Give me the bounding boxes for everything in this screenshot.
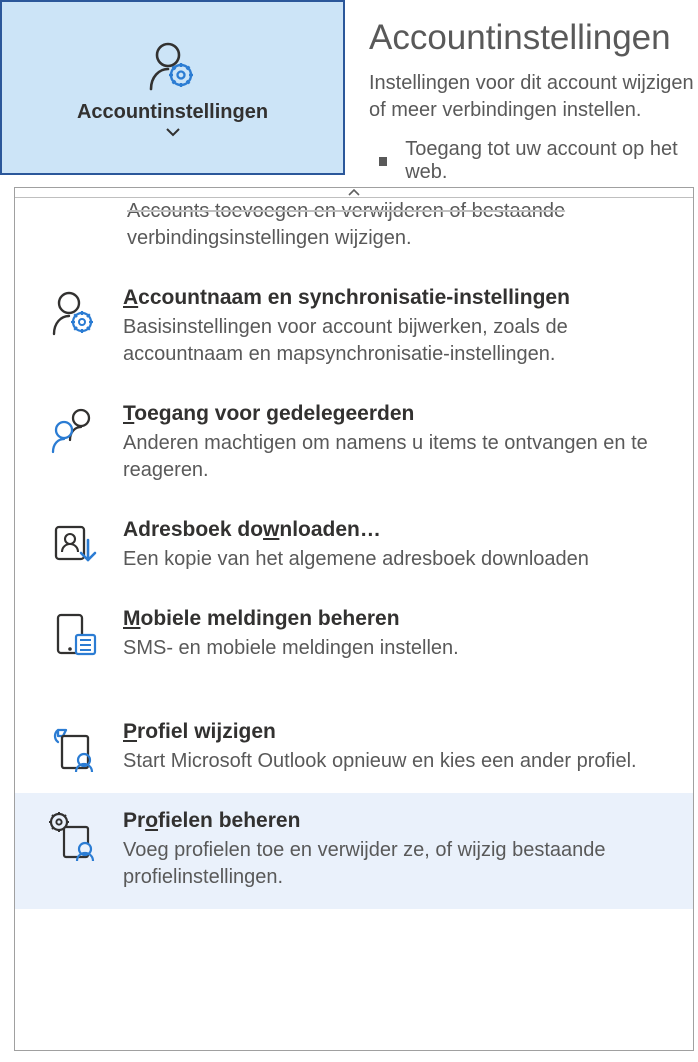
download-addressbook-icon bbox=[47, 518, 101, 573]
menu-item-mobile-notifications[interactable]: Mobiele meldingen beheren SMS- en mobiel… bbox=[15, 591, 693, 680]
menu-item-title: Mobiele meldingen beheren bbox=[123, 607, 671, 631]
account-gear-icon bbox=[145, 39, 201, 95]
chevron-down-icon bbox=[166, 128, 180, 137]
menu-item-title: Accountnaam en synchronisatie-instelling… bbox=[123, 286, 671, 310]
menu-item-title: Adresboek downloaden… bbox=[123, 518, 671, 542]
menu-item-desc: Voeg profielen toe en verwijder ze, of w… bbox=[123, 837, 671, 891]
menu-item-desc: Start Microsoft Outlook opnieuw en kies … bbox=[123, 748, 671, 775]
menu-item-desc: Basisinstellingen voor account bijwerken… bbox=[123, 314, 671, 368]
menu-item-desc: Anderen machtigen om namens u items te o… bbox=[123, 430, 671, 484]
menu-item-desc: SMS- en mobiele meldingen instellen. bbox=[123, 635, 671, 662]
manage-profiles-icon bbox=[47, 809, 101, 891]
bullet-text: Toegang tot uw account op het web. bbox=[405, 138, 698, 184]
ribbon-button-label: Accountinstellingen bbox=[77, 101, 268, 124]
menu-item-title: Profielen beheren bbox=[123, 809, 671, 833]
bullet-row: Toegang tot uw account op het web. bbox=[369, 138, 698, 184]
menu-item-desc: Een kopie van het algemene adresboek dow… bbox=[123, 546, 671, 573]
page-header: Accountinstellingen Instellingen voor di… bbox=[345, 0, 698, 184]
menu-item-delegate-access[interactable]: Toegang voor gedelegeerden Anderen macht… bbox=[15, 386, 693, 502]
menu-item-manage-profiles[interactable]: Profielen beheren Voeg profielen toe en … bbox=[15, 793, 693, 909]
menu-item-title: Toegang voor gedelegeerden bbox=[123, 402, 671, 426]
bullet-square-icon bbox=[379, 157, 387, 166]
delegate-icon bbox=[47, 402, 101, 484]
account-gear-icon bbox=[47, 286, 101, 368]
menu-item-title: Profiel wijzigen bbox=[123, 720, 671, 744]
dropdown-scroll-up[interactable] bbox=[15, 188, 693, 198]
truncated-menu-item[interactable]: Accounts toevoegen en verwijderen of bes… bbox=[15, 198, 693, 270]
page-title: Accountinstellingen bbox=[369, 18, 698, 58]
account-settings-ribbon-button[interactable]: Accountinstellingen bbox=[0, 0, 345, 175]
account-settings-dropdown: Accounts toevoegen en verwijderen of bes… bbox=[14, 187, 694, 1051]
menu-item-download-addressbook[interactable]: Adresboek downloaden… Een kopie van het … bbox=[15, 502, 693, 591]
menu-item-change-profile[interactable]: Profiel wijzigen Start Microsoft Outlook… bbox=[15, 704, 693, 793]
menu-item-account-name-sync[interactable]: Accountnaam en synchronisatie-instelling… bbox=[15, 270, 693, 386]
page-subtitle: Instellingen voor dit account wijzigen o… bbox=[369, 70, 698, 124]
change-profile-icon bbox=[47, 720, 101, 775]
mobile-settings-icon bbox=[47, 607, 101, 662]
